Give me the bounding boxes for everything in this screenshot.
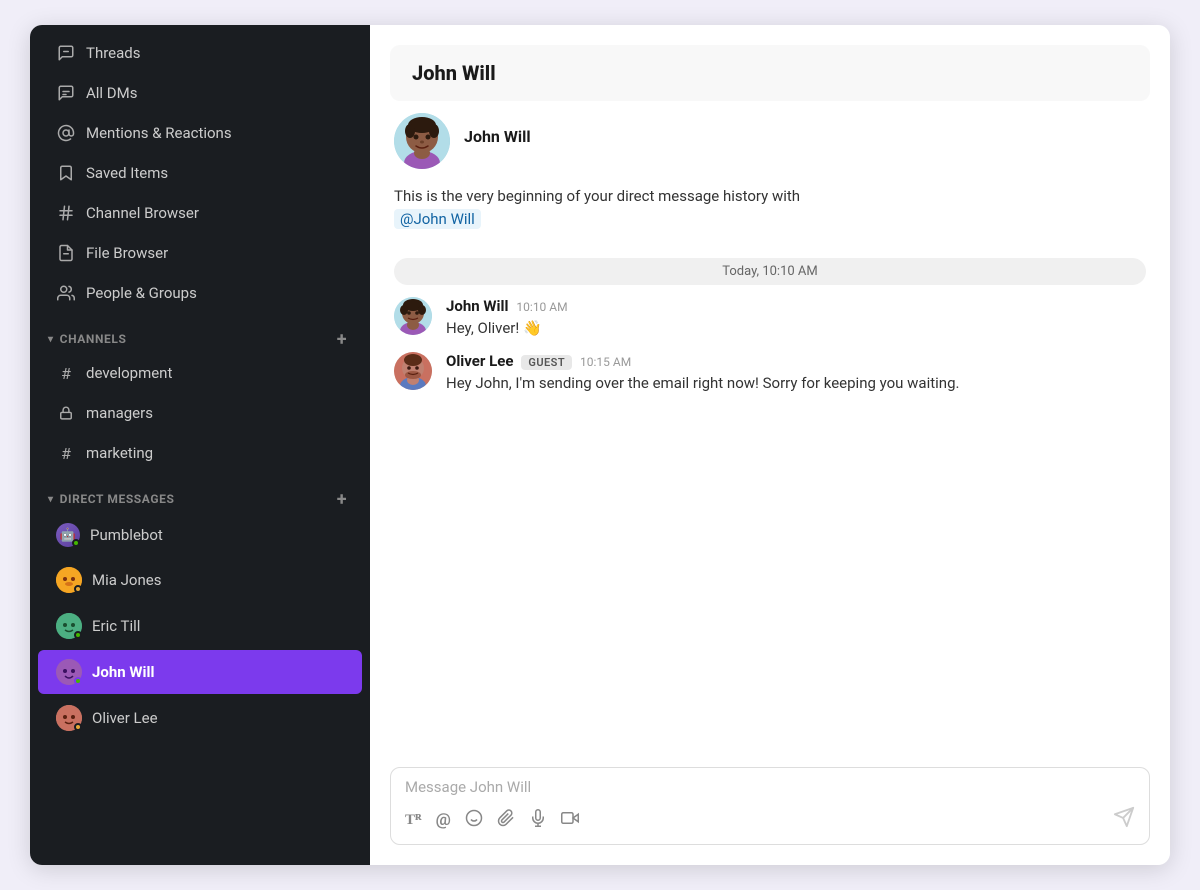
sidebar-item-oliver-lee[interactable]: Oliver Lee xyxy=(38,696,362,740)
user-intro-name: John Will xyxy=(464,113,531,146)
john-msg-face-svg xyxy=(394,297,432,335)
managers-label: managers xyxy=(86,404,153,422)
sidebar-item-managers[interactable]: managers xyxy=(38,394,362,432)
sidebar-item-pumblebot[interactable]: 🤖 Pumblebot xyxy=(38,514,362,556)
oliver-lee-avatar xyxy=(56,705,82,731)
eric-status xyxy=(74,631,82,639)
people-groups-icon xyxy=(56,283,76,303)
eric-till-label: Eric Till xyxy=(92,617,140,635)
private-channel-icon xyxy=(56,403,76,423)
saved-label: Saved Items xyxy=(86,164,168,182)
send-button[interactable] xyxy=(1113,806,1135,834)
sidebar-item-threads[interactable]: Threads xyxy=(38,34,362,72)
message-body-1: John Will 10:10 AM Hey, Oliver! 👋 xyxy=(446,297,568,340)
message-body-2: Oliver Lee GUEST 10:15 AM Hey John, I'm … xyxy=(446,352,959,395)
public-channel-icon: # xyxy=(56,363,76,383)
history-notice: This is the very beginning of your direc… xyxy=(394,185,1146,230)
sidebar-item-mia-jones[interactable]: Mia Jones xyxy=(38,558,362,602)
sidebar-item-all-dms[interactable]: All DMs xyxy=(38,74,362,112)
chat-title: John Will xyxy=(412,61,496,85)
saved-icon xyxy=(56,163,76,183)
input-placeholder[interactable]: Message John Will xyxy=(405,778,1135,798)
mention-tag: @John Will xyxy=(394,209,481,229)
add-channel-button[interactable]: + xyxy=(332,329,352,349)
channels-section-label: CHANNELS xyxy=(60,332,127,346)
mention-tool[interactable]: @ xyxy=(436,810,451,830)
john-message-avatar xyxy=(394,297,432,335)
dm-collapse-icon[interactable]: ▾ xyxy=(48,494,54,505)
pumblebot-label: Pumblebot xyxy=(90,526,163,544)
message-meta-2: Oliver Lee GUEST 10:15 AM xyxy=(446,352,959,370)
mentions-label: Mentions & Reactions xyxy=(86,124,232,142)
sidebar-item-development[interactable]: # development xyxy=(38,354,362,392)
table-row: John Will 10:10 AM Hey, Oliver! 👋 xyxy=(394,297,1146,340)
sidebar-item-saved[interactable]: Saved Items xyxy=(38,154,362,192)
john-sidebar-status xyxy=(74,677,82,685)
main-content: John Will xyxy=(370,25,1170,865)
oliver-msg-face-svg xyxy=(394,352,432,390)
people-groups-label: People & Groups xyxy=(86,284,197,302)
user-intro-block: John Will xyxy=(394,113,1146,169)
add-dm-button[interactable]: + xyxy=(332,489,352,509)
sidebar-item-marketing[interactable]: # marketing xyxy=(38,434,362,472)
channel-browser-icon xyxy=(56,203,76,223)
timestamp-divider: Today, 10:10 AM xyxy=(394,258,1146,285)
sidebar-item-file-browser[interactable]: File Browser xyxy=(38,234,362,272)
pumblebot-status xyxy=(72,539,80,547)
sidebar-item-mentions[interactable]: Mentions & Reactions xyxy=(38,114,362,152)
message-meta-1: John Will 10:10 AM xyxy=(446,297,568,315)
messages-area: John Will This is the very beginning of … xyxy=(390,113,1150,755)
oliver-lee-label: Oliver Lee xyxy=(92,709,158,727)
channels-collapse-icon[interactable]: ▾ xyxy=(48,334,54,345)
threads-icon xyxy=(56,43,76,63)
voice-tool[interactable] xyxy=(529,809,547,832)
msg1-sender: John Will xyxy=(446,297,508,315)
attachment-tool[interactable] xyxy=(497,809,515,832)
file-browser-icon xyxy=(56,243,76,263)
msg2-time: 10:15 AM xyxy=(580,355,631,369)
sidebar-item-eric-till[interactable]: Eric Till xyxy=(38,604,362,648)
development-label: development xyxy=(86,364,172,382)
app-container: Threads All DMs Mentions & Reactions Sav… xyxy=(30,25,1170,865)
chat-header: John Will xyxy=(390,45,1150,101)
dm-section-label: DIRECT MESSAGES xyxy=(60,492,175,506)
pumblebot-avatar: 🤖 xyxy=(56,523,80,547)
mia-jones-avatar xyxy=(56,567,82,593)
msg1-text: Hey, Oliver! 👋 xyxy=(446,317,568,340)
channel-browser-label: Channel Browser xyxy=(86,204,199,222)
sidebar-item-people-groups[interactable]: People & Groups xyxy=(38,274,362,312)
oliver-message-avatar xyxy=(394,352,432,390)
emoji-tool[interactable] xyxy=(465,809,483,832)
channels-section-header: ▾ CHANNELS + xyxy=(30,319,370,353)
video-tool[interactable] xyxy=(561,809,579,832)
message-input-area: Message John Will Tᴿ @ xyxy=(390,767,1150,845)
john-will-face-svg xyxy=(394,113,450,169)
mia-jones-label: Mia Jones xyxy=(92,571,161,589)
john-will-label: John Will xyxy=(92,663,154,681)
input-toolbar: Tᴿ @ xyxy=(405,806,1135,834)
all-dms-label: All DMs xyxy=(86,84,137,102)
history-text: This is the very beginning of your direc… xyxy=(394,187,800,229)
sidebar-item-channel-browser[interactable]: Channel Browser xyxy=(38,194,362,232)
sidebar-item-john-will[interactable]: John Will xyxy=(38,650,362,694)
mentions-icon xyxy=(56,123,76,143)
eric-till-avatar xyxy=(56,613,82,639)
table-row: Oliver Lee GUEST 10:15 AM Hey John, I'm … xyxy=(394,352,1146,395)
msg1-time: 10:10 AM xyxy=(516,300,567,314)
guest-badge: GUEST xyxy=(521,355,572,370)
msg2-text: Hey John, I'm sending over the email rig… xyxy=(446,372,959,395)
sidebar: Threads All DMs Mentions & Reactions Sav… xyxy=(30,25,370,865)
text-format-tool[interactable]: Tᴿ xyxy=(405,812,422,829)
public-channel-icon-2: # xyxy=(56,443,76,463)
all-dms-icon xyxy=(56,83,76,103)
msg2-sender: Oliver Lee xyxy=(446,352,513,370)
dm-section-header: ▾ DIRECT MESSAGES + xyxy=(30,479,370,513)
john-will-sidebar-avatar xyxy=(56,659,82,685)
mia-status xyxy=(74,585,82,593)
threads-label: Threads xyxy=(86,44,140,62)
marketing-label: marketing xyxy=(86,444,153,462)
file-browser-label: File Browser xyxy=(86,244,168,262)
john-will-large-avatar xyxy=(394,113,450,169)
oliver-status xyxy=(74,723,82,731)
